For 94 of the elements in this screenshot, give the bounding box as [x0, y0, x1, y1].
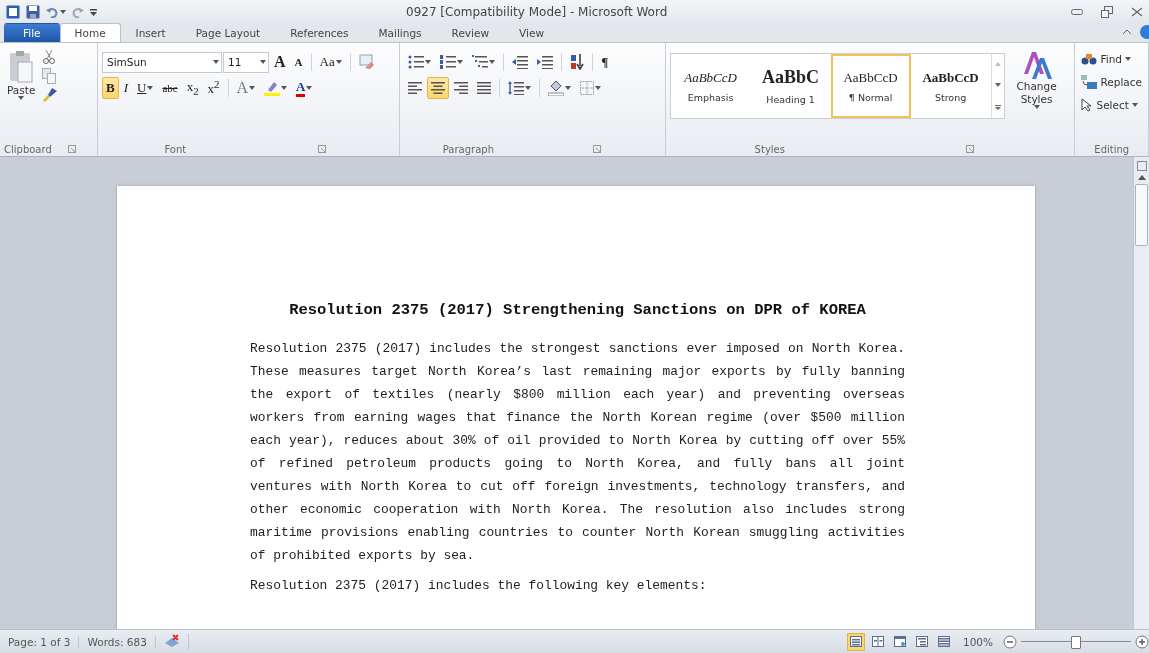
dialog-launcher-icon — [318, 144, 326, 153]
proofing-icon — [163, 633, 180, 648]
strikethrough-button[interactable]: abc — [158, 77, 182, 99]
underline-button[interactable]: U — [133, 77, 158, 99]
change-case-button[interactable]: Aa — [315, 51, 346, 73]
undo-icon[interactable] — [46, 5, 58, 18]
zoom-out-button[interactable] — [1003, 634, 1017, 649]
align-right-icon — [454, 82, 469, 94]
ribbon-tab[interactable]: View — [504, 23, 559, 42]
grow-font-button[interactable]: A — [270, 51, 290, 73]
numbered-list-icon — [440, 55, 457, 69]
binoculars-icon — [1081, 53, 1098, 65]
body-paragraph: Resolution 2375 (2017) includes the following key elements: — [250, 577, 708, 595]
show-marks-button[interactable]: ¶ — [597, 51, 613, 73]
font-name-field[interactable]: SimSun — [102, 51, 222, 73]
change-styles-button[interactable]: Change Styles — [1008, 47, 1065, 142]
ribbon-tab[interactable]: Review — [436, 23, 505, 42]
zoom-level[interactable]: 100% — [962, 635, 993, 648]
page-count[interactable]: Page: 1 of 3 — [0, 635, 80, 648]
close-icon[interactable] — [1131, 6, 1143, 17]
group-label: Clipboard — [4, 143, 52, 155]
line-spacing-icon — [508, 81, 525, 95]
file-tab[interactable]: File — [4, 23, 60, 42]
multilevel-list-icon — [472, 55, 489, 69]
caret-icon — [213, 60, 219, 64]
dialog-launcher-icon — [592, 144, 601, 153]
print-layout-button[interactable] — [846, 632, 865, 651]
justify-icon — [477, 82, 492, 94]
dialog-launcher-icon — [68, 144, 77, 153]
select-button[interactable]: Select — [1079, 95, 1144, 115]
group-label: Editing — [1093, 143, 1131, 155]
more-styles-icon[interactable] — [994, 104, 1001, 110]
scroll-up-icon — [1137, 175, 1146, 180]
word-count[interactable]: Words: 683 — [79, 635, 156, 648]
sort-icon — [570, 54, 585, 70]
paint-bucket-icon — [548, 80, 565, 96]
document-heading: Resolution 2375 (2017) Strengthening Sanctions on DPR of KOREA — [288, 301, 867, 319]
zoom-in-button[interactable] — [1135, 634, 1149, 649]
find-button[interactable]: Find — [1079, 49, 1144, 69]
replace-icon — [1081, 75, 1098, 89]
format-painter-icon[interactable] — [42, 87, 59, 103]
increase-indent-icon — [537, 55, 554, 69]
style-option[interactable]: AaBbCcD Strong — [910, 54, 991, 118]
group-label: Paragraph — [441, 143, 495, 155]
scrollbar-thumb[interactable] — [1135, 184, 1148, 246]
window-title: 0927 [Compatibility Mode] - Microsoft Word — [406, 4, 669, 19]
group-label: Font — [163, 143, 188, 155]
style-option[interactable]: AaBbCcD ¶ Normal — [830, 54, 911, 118]
ribbon-tab[interactable]: Home — [59, 23, 121, 42]
customize-icon[interactable] — [90, 6, 98, 17]
ribbon-tab[interactable]: Mailings — [363, 23, 437, 42]
decrease-indent-icon — [512, 55, 529, 69]
ribbon-tab[interactable]: Insert — [120, 23, 181, 42]
highlighter-icon — [264, 80, 281, 96]
subscript-button[interactable]: x$_{2}$ — [182, 77, 203, 99]
cursor-icon — [1081, 98, 1094, 112]
clipboard-icon — [8, 50, 35, 84]
collapse-ribbon-icon — [1123, 29, 1131, 35]
font-size-field[interactable]: 11 — [223, 51, 269, 73]
app-icon[interactable] — [6, 4, 20, 19]
zoom-slider[interactable] — [1021, 635, 1131, 648]
caret-icon — [260, 60, 266, 64]
styles-letters-icon — [1021, 50, 1052, 80]
paste-button[interactable]: Paste — [4, 47, 39, 142]
restore-icon[interactable] — [1101, 5, 1113, 18]
shrink-font-button[interactable]: A — [290, 51, 307, 73]
font-color-button[interactable]: A — [292, 77, 317, 99]
vertical-scrollbar[interactable] — [1133, 157, 1149, 629]
body-paragraph: Resolution 2375 (2017) includes the strongest sanctions ever imposed on North Korea. These measures target North Korea’s last remaining major exports by fully banning the export of textiles (nearly $800 million each year) and preventing overseas workers from earning wages that finance the North Korean regime (over $500 million each year), reduces about 30% of oil provided to North Korea by cutting off over 55% of refined petroleum products going to North Korea, and fully bans all joint ventures with North Korea to cut off foreign investments, technology transfers, and other economic cooperation with North Korea. The resolution also includes strong maritime provisions enabling countries to counter North Korean smuggling activities of prohibited exports by sea. — [250, 340, 905, 565]
ribbon-tab[interactable]: References — [275, 23, 364, 42]
caret-icon — [18, 96, 25, 100]
toolbar-button[interactable] — [427, 77, 450, 99]
bullet-list-icon — [408, 55, 425, 69]
group-label: Styles — [753, 143, 786, 155]
help-icon — [1139, 25, 1149, 39]
scroll-down-icon[interactable] — [994, 83, 1001, 89]
style-option[interactable]: AaBbCcD Emphasis — [670, 54, 751, 118]
minimize-icon[interactable] — [1071, 7, 1083, 16]
caret-icon — [1033, 105, 1040, 110]
scissors-icon[interactable] — [42, 49, 57, 65]
slider-thumb[interactable] — [1071, 635, 1081, 649]
dialog-launcher-icon — [966, 144, 975, 153]
eraser-icon — [358, 54, 375, 70]
ruler-toggle-icon — [1136, 161, 1147, 171]
align-left-icon — [408, 82, 423, 94]
replace-button[interactable]: Replace — [1079, 72, 1144, 92]
ribbon-tab[interactable]: Page Layout — [180, 23, 276, 42]
bold-button[interactable]: B — [102, 77, 119, 99]
text-effects-button[interactable]: A — [232, 77, 260, 99]
superscript-button[interactable]: x$^{2}$ — [203, 77, 224, 99]
style-option[interactable]: AaBbC Heading 1 — [750, 54, 831, 118]
align-center-icon — [431, 82, 446, 94]
borders-icon — [580, 81, 595, 95]
italic-button[interactable]: I — [119, 77, 132, 99]
